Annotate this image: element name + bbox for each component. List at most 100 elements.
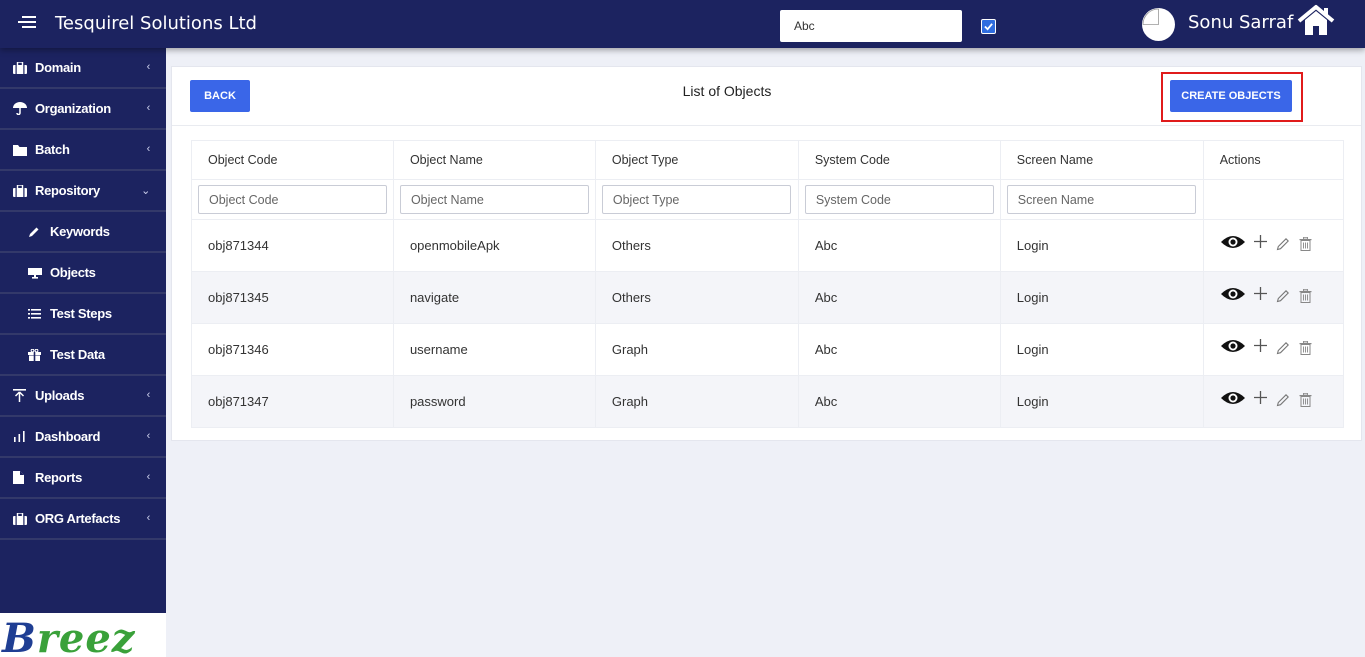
sidebar-item-label: Uploads: [35, 388, 85, 403]
sidebar-item-test-steps[interactable]: Test Steps: [0, 294, 166, 335]
sidebar-item-test-data[interactable]: Test Data: [0, 335, 166, 376]
briefcase-icon: [13, 512, 29, 525]
view-eye-icon[interactable]: [1220, 338, 1246, 357]
column-header-object-type[interactable]: Object Type: [594, 140, 799, 180]
filter-object-name-input[interactable]: [399, 185, 589, 214]
file-icon: [13, 471, 29, 484]
sidebar-item-domain[interactable]: Domain ‹: [0, 48, 166, 89]
add-plus-icon[interactable]: [1254, 388, 1268, 409]
filter-cell: [999, 179, 1204, 220]
checkmark-icon: [984, 23, 993, 31]
table-row: obj871346 username Graph Abc Login: [191, 323, 1345, 376]
create-objects-button[interactable]: CREATE OBJECTS: [1170, 80, 1292, 112]
filter-cell: [392, 179, 596, 220]
brand-logo-text: Breez: [2, 615, 136, 657]
cell-screen-name: Login: [999, 271, 1204, 324]
cell-object-code: obj871344: [191, 219, 394, 272]
table-row: obj871347 password Graph Abc Login: [191, 375, 1345, 428]
sidebar-item-uploads[interactable]: Uploads ‹: [0, 376, 166, 417]
table-header-row: Object Code Object Name Object Type Syst…: [191, 140, 1345, 180]
edit-pencil-icon[interactable]: [1276, 289, 1290, 306]
sidebar-item-organization[interactable]: Organization ‹: [0, 89, 166, 130]
cell-system-code: Abc: [797, 271, 1001, 324]
top-checkbox[interactable]: [981, 19, 996, 34]
delete-trash-icon[interactable]: [1299, 340, 1312, 358]
chevron-left-icon: ‹: [146, 389, 151, 401]
menu-toggle-icon[interactable]: [18, 16, 36, 30]
filter-object-code-input[interactable]: [198, 185, 387, 214]
project-select[interactable]: Abc: [780, 10, 962, 42]
back-button[interactable]: BACK: [190, 80, 250, 112]
cell-system-code: Abc: [797, 219, 1001, 272]
sidebar-item-label: Repository: [35, 183, 100, 198]
cell-system-code: Abc: [797, 375, 1001, 428]
folder-icon: [13, 144, 29, 156]
delete-trash-icon[interactable]: [1299, 288, 1312, 306]
chevron-left-icon: ‹: [146, 471, 151, 483]
filter-cell-empty: [1202, 179, 1345, 220]
cell-object-name: navigate: [392, 271, 596, 324]
cell-object-code: obj871347: [191, 375, 394, 428]
sidebar-item-label: Dashboard: [35, 429, 101, 444]
sidebar-item-reports[interactable]: Reports ‹: [0, 458, 166, 499]
edit-pencil-icon[interactable]: [1276, 341, 1290, 358]
edit-pencil-icon[interactable]: [1276, 237, 1290, 254]
user-name[interactable]: Sonu Sarraf: [1188, 12, 1293, 33]
sidebar-item-dashboard[interactable]: Dashboard ‹: [0, 417, 166, 458]
briefcase-icon: [13, 61, 29, 74]
cell-actions: [1202, 219, 1345, 272]
chevron-left-icon: ‹: [146, 143, 151, 155]
cell-screen-name: Login: [999, 219, 1204, 272]
cell-object-name: password: [392, 375, 596, 428]
chevron-left-icon: ‹: [146, 512, 151, 524]
cell-screen-name: Login: [999, 323, 1204, 376]
chevron-down-icon: ⌄: [141, 185, 150, 197]
column-header-object-name[interactable]: Object Name: [392, 140, 596, 180]
view-eye-icon[interactable]: [1220, 234, 1246, 253]
column-header-screen-name[interactable]: Screen Name: [999, 140, 1204, 180]
sidebar-item-label: Objects: [50, 265, 96, 280]
sidebar-item-label: ORG Artefacts: [35, 511, 121, 526]
sidebar-item-org-artefacts[interactable]: ORG Artefacts ‹: [0, 499, 166, 540]
column-header-object-code[interactable]: Object Code: [191, 140, 394, 180]
filter-system-code-input[interactable]: [804, 185, 994, 214]
add-plus-icon[interactable]: [1254, 336, 1268, 357]
avatar[interactable]: [1142, 8, 1175, 41]
edit-pencil-icon[interactable]: [1276, 393, 1290, 410]
filter-cell: [797, 179, 1001, 220]
monitor-icon: [28, 267, 44, 279]
filter-row: [191, 179, 1345, 220]
page-title: List of Objects: [682, 83, 772, 99]
view-eye-icon[interactable]: [1220, 286, 1246, 305]
sidebar-item-label: Batch: [35, 142, 70, 157]
cell-system-code: Abc: [797, 323, 1001, 376]
add-plus-icon[interactable]: [1254, 284, 1268, 305]
objects-table: Object Code Object Name Object Type Syst…: [191, 140, 1345, 428]
cell-object-type: Others: [594, 271, 799, 324]
sidebar: Domain ‹ Organization ‹ Batch ‹ Reposito…: [0, 48, 166, 657]
home-icon[interactable]: [1296, 4, 1336, 38]
sidebar-item-repository[interactable]: Repository ⌄: [0, 171, 166, 212]
sidebar-item-label: Test Steps: [50, 306, 112, 321]
delete-trash-icon[interactable]: [1299, 236, 1312, 254]
sidebar-item-label: Test Data: [50, 347, 105, 362]
gift-icon: [28, 348, 44, 361]
app-title: Tesquirel Solutions Ltd: [55, 13, 257, 34]
view-eye-icon[interactable]: [1220, 390, 1246, 409]
chevron-left-icon: ‹: [146, 61, 151, 73]
delete-trash-icon[interactable]: [1299, 392, 1312, 410]
cell-object-type: Others: [594, 219, 799, 272]
sidebar-item-keywords[interactable]: Keywords: [0, 212, 166, 253]
umbrella-icon: [13, 102, 29, 115]
top-navbar: Tesquirel Solutions Ltd Abc Sonu Sarraf: [0, 0, 1365, 48]
column-header-system-code[interactable]: System Code: [797, 140, 1001, 180]
sidebar-item-objects[interactable]: Objects: [0, 253, 166, 294]
cell-actions: [1202, 271, 1345, 324]
add-plus-icon[interactable]: [1254, 232, 1268, 253]
sidebar-item-label: Keywords: [50, 224, 110, 239]
upload-icon: [13, 389, 29, 402]
filter-object-type-input[interactable]: [601, 185, 791, 214]
filter-cell: [594, 179, 799, 220]
sidebar-item-batch[interactable]: Batch ‹: [0, 130, 166, 171]
filter-screen-name-input[interactable]: [1006, 185, 1196, 214]
